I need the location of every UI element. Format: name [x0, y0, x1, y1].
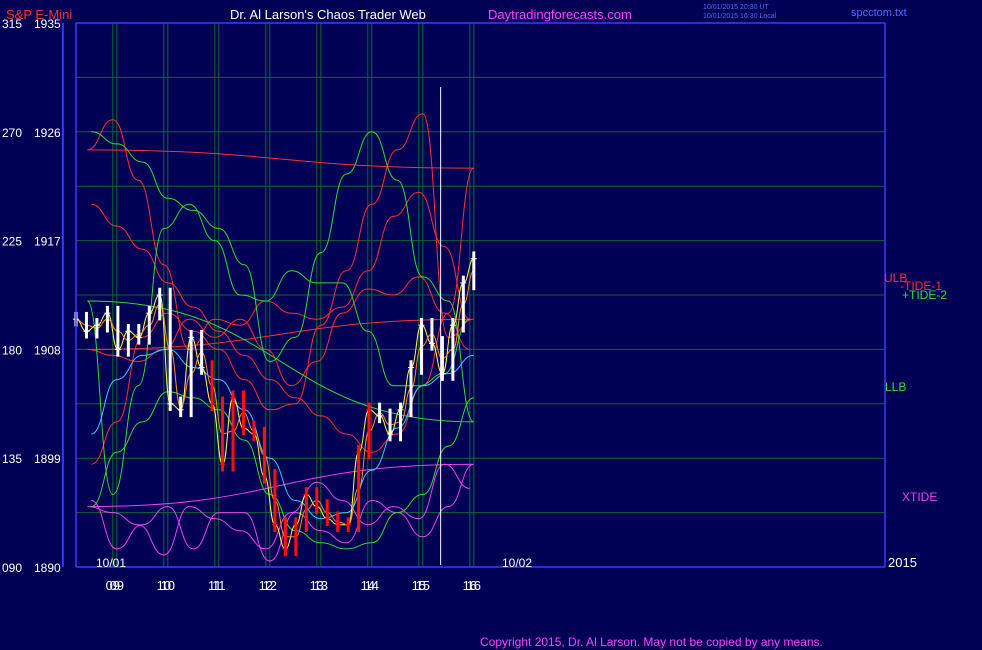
date-label: 10/02 — [502, 556, 532, 570]
chart: 315 1935270 1926225 1917180 1908135 1899090 18… — [0, 0, 982, 650]
symbol-label: S&P E-Mini — [6, 7, 72, 22]
x-tick-label: 14 — [361, 578, 375, 593]
y-tick-inner: 1917 — [34, 235, 61, 249]
tide2-label: +TIDE-2 — [902, 288, 947, 302]
y-tick-inner: 1926 — [34, 126, 61, 140]
site-link[interactable]: Daytradingforecasts.com — [488, 7, 632, 22]
y-tick-outer: 180 — [2, 343, 22, 357]
chart-title: Dr. Al Larson's Chaos Trader Web — [230, 7, 426, 22]
x-tick-label: 11 — [208, 578, 222, 593]
x-tick-label: 09 — [106, 578, 120, 593]
chart-background — [0, 0, 982, 650]
y-tick-outer: 090 — [2, 561, 22, 575]
y-tick-inner: 1908 — [34, 343, 61, 357]
date-label: 10/01 — [96, 556, 126, 570]
year-label: 2015 — [888, 555, 917, 570]
llb-label: LLB — [885, 380, 906, 394]
x-tick-label: 13 — [310, 578, 324, 593]
x-tick-label: 16 — [463, 578, 477, 593]
y-tick-outer: 225 — [2, 235, 22, 249]
y-tick-inner: 1890 — [34, 561, 61, 575]
x-tick-label: 10 — [157, 578, 171, 593]
y-tick-outer: 270 — [2, 126, 22, 140]
copyright: Copyright 2015, Dr. Al Larson. May not b… — [480, 635, 823, 649]
x-tick-label: 12 — [259, 578, 273, 593]
y-tick-inner: 1899 — [34, 452, 61, 466]
xtide-label: XTIDE — [902, 490, 937, 504]
y-tick-outer: 135 — [2, 452, 22, 466]
timestamp-local: 10/01/2015 16:30 Local — [703, 13, 777, 20]
timestamp-ut: 10/01/2015 20:30 UT — [703, 4, 769, 11]
data-file-label: spcctom.txt — [851, 7, 907, 19]
x-tick-label: 15 — [412, 578, 426, 593]
